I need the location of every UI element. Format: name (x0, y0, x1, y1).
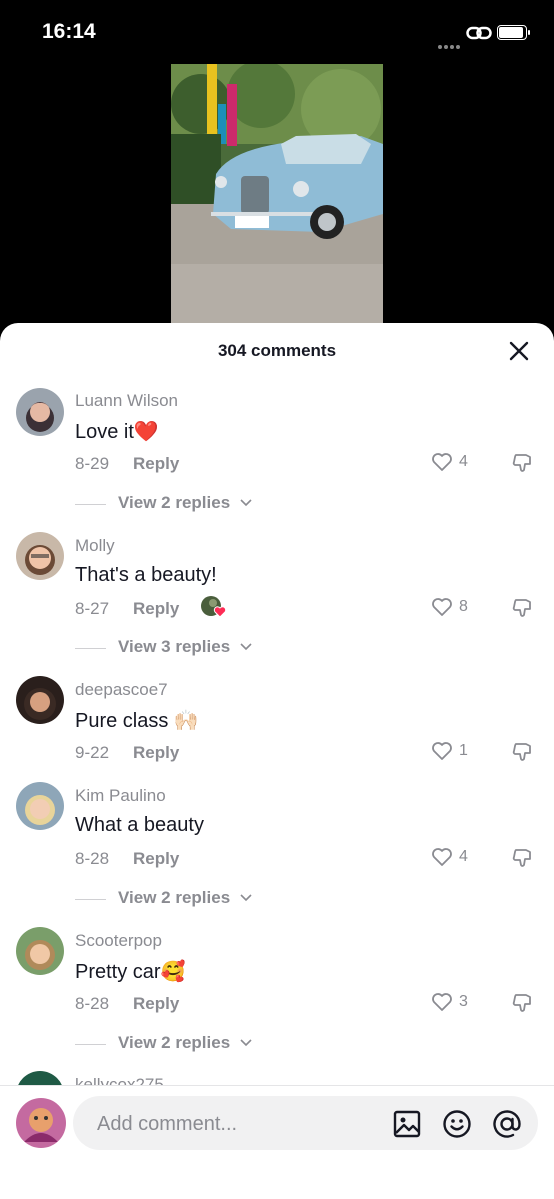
avatar[interactable] (16, 676, 64, 724)
comment-input-container[interactable] (73, 1096, 538, 1150)
battery-cap (528, 30, 530, 35)
comment-date: 8-28 (75, 849, 110, 868)
comment-item: Kim Paulino What a beauty 8-28 Reply 4 V… (0, 782, 554, 917)
view-replies-button[interactable]: View 3 replies (75, 637, 275, 659)
like-button[interactable]: 4 (430, 450, 476, 476)
comment-item: Luann Wilson Love it❤️ 8-29 Reply 4 View… (0, 387, 554, 522)
battery-icon (497, 25, 527, 40)
thumbs-down-icon[interactable] (510, 451, 534, 475)
status-bar: 16:14 (0, 0, 554, 64)
signal-icon (438, 36, 464, 49)
reply-button[interactable]: Reply (133, 454, 179, 474)
divider (75, 648, 106, 649)
comment-composer (0, 1086, 554, 1199)
comment-item: Molly That's a beauty! 8-27 Reply 8 View… (0, 532, 554, 667)
comment-text: What a beauty (75, 814, 204, 836)
divider (75, 1044, 106, 1045)
image-icon[interactable] (392, 1109, 422, 1139)
comment-date: 8-29 (75, 454, 110, 473)
like-button[interactable]: 1 (430, 739, 476, 765)
view-replies-button[interactable]: View 2 replies (75, 1033, 275, 1055)
chevron-down-icon (240, 643, 252, 651)
comments-list: Luann Wilson Love it❤️ 8-29 Reply 4 View… (0, 377, 554, 1085)
comment-text: That's a beauty! (75, 564, 217, 586)
heart-outline-icon (432, 993, 452, 1011)
status-time: 16:14 (42, 20, 96, 43)
reply-button[interactable]: Reply (133, 994, 179, 1014)
like-count: 3 (459, 993, 468, 1010)
avatar[interactable] (16, 927, 64, 975)
comment-username[interactable]: Kim Paulino (75, 786, 166, 806)
comment-username[interactable]: Scooterpop (75, 931, 162, 951)
comment-text: Pure class 🙌🏻 (75, 710, 199, 732)
thumbs-down-icon[interactable] (510, 846, 534, 870)
heart-outline-icon (432, 598, 452, 616)
comment-username[interactable]: Luann Wilson (75, 391, 178, 411)
thumbs-down-icon[interactable] (510, 596, 534, 620)
heart-outline-icon (432, 848, 452, 866)
avatar[interactable] (16, 1071, 64, 1085)
view-replies-button[interactable]: View 2 replies (75, 493, 275, 515)
my-avatar (16, 1098, 66, 1148)
heart-outline-icon (432, 742, 452, 760)
avatar[interactable] (16, 532, 64, 580)
view-replies-label: View 2 replies (118, 1033, 231, 1052)
view-replies-label: View 2 replies (118, 888, 231, 907)
comments-sheet: 304 comments Luann Wilson Love it❤️ 8-29… (0, 323, 554, 1199)
comment-date: 8-27 (75, 599, 110, 618)
divider (75, 504, 106, 505)
thumbs-down-icon[interactable] (510, 740, 534, 764)
comment-text: Love it❤️ (75, 421, 159, 443)
view-replies-label: View 3 replies (118, 637, 231, 656)
like-button[interactable]: 3 (430, 990, 476, 1016)
reply-button[interactable]: Reply (133, 599, 179, 619)
chevron-down-icon (240, 1039, 252, 1047)
comments-count-title: 304 comments (217, 341, 337, 360)
comment-input[interactable] (95, 1109, 379, 1139)
comment-username[interactable]: deepascoe7 (75, 680, 168, 700)
like-count: 4 (459, 848, 468, 865)
comment-text: Pretty car🥰 (75, 961, 186, 983)
view-replies-button[interactable]: View 2 replies (75, 888, 275, 910)
emoji-icon[interactable] (442, 1109, 472, 1139)
comment-username[interactable]: Molly (75, 536, 115, 556)
avatar[interactable] (16, 782, 64, 830)
comment-username[interactable]: kellycox275 (75, 1075, 164, 1085)
avatar[interactable] (16, 388, 64, 436)
chevron-down-icon (240, 894, 252, 902)
like-count: 8 (459, 598, 468, 615)
reply-button[interactable]: Reply (133, 849, 179, 869)
sheet-header: 304 comments (0, 323, 554, 377)
comment-date: 9-22 (75, 743, 110, 762)
like-count: 1 (459, 742, 468, 759)
chevron-down-icon (240, 499, 252, 507)
view-replies-label: View 2 replies (118, 493, 231, 512)
comment-date: 8-28 (75, 994, 110, 1013)
comment-item: Scooterpop Pretty car🥰 8-28 Reply 3 View… (0, 927, 554, 1062)
reply-button[interactable]: Reply (133, 743, 179, 763)
video-thumbnail[interactable] (171, 64, 383, 326)
close-icon[interactable] (507, 339, 531, 363)
like-button[interactable]: 4 (430, 845, 476, 871)
comment-item: kellycox275 (0, 1071, 554, 1085)
creator-liked-badge (200, 595, 228, 619)
heart-outline-icon (432, 453, 452, 471)
comment-item: deepascoe7 Pure class 🙌🏻 9-22 Reply 1 (0, 676, 554, 772)
like-count: 4 (459, 453, 468, 470)
like-button[interactable]: 8 (430, 595, 476, 621)
at-icon[interactable] (492, 1109, 522, 1139)
divider (75, 899, 106, 900)
thumbs-down-icon[interactable] (510, 991, 534, 1015)
link-icon (466, 26, 492, 40)
